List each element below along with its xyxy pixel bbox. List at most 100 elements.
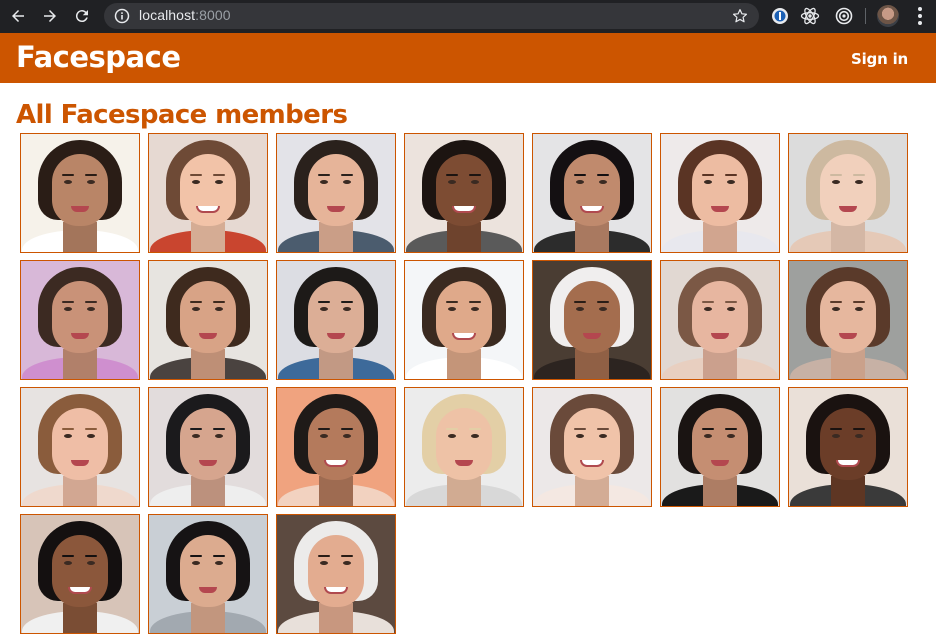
avatar-eyebrow bbox=[574, 428, 586, 430]
avatar-eyebrow bbox=[446, 428, 458, 430]
members-grid bbox=[20, 133, 916, 634]
avatar-eye bbox=[576, 434, 584, 438]
member-avatar-link[interactable] bbox=[148, 260, 268, 380]
avatar-eyebrow bbox=[62, 555, 74, 557]
avatar-face bbox=[180, 281, 236, 353]
member-avatar-link[interactable] bbox=[276, 514, 396, 634]
url-port: :8000 bbox=[195, 7, 231, 23]
password-extension-icon[interactable] bbox=[770, 6, 790, 26]
avatar-eye bbox=[448, 307, 456, 311]
target-extension-icon[interactable] bbox=[834, 6, 854, 26]
avatar-face bbox=[564, 154, 620, 226]
avatar-eye bbox=[704, 434, 712, 438]
avatar-neck bbox=[703, 476, 737, 506]
avatar-eye bbox=[64, 180, 72, 184]
member-avatar-link[interactable] bbox=[788, 387, 908, 507]
avatar-eye bbox=[343, 180, 351, 184]
avatar-mouth bbox=[580, 206, 604, 213]
avatar-eyebrow bbox=[341, 555, 353, 557]
member-avatar-link[interactable] bbox=[20, 133, 140, 253]
avatar-neck bbox=[831, 476, 865, 506]
avatar-neck bbox=[447, 222, 481, 252]
avatar-eyebrow bbox=[341, 174, 353, 176]
avatar-neck bbox=[447, 476, 481, 506]
profile-avatar[interactable] bbox=[877, 5, 899, 27]
avatar-face bbox=[180, 535, 236, 607]
avatar-eye bbox=[855, 180, 863, 184]
member-avatar-link[interactable] bbox=[404, 387, 524, 507]
avatar-eye bbox=[192, 307, 200, 311]
member-avatar-link[interactable] bbox=[788, 133, 908, 253]
brand-logo[interactable]: Facespace bbox=[16, 40, 181, 74]
avatar-eyebrow bbox=[85, 301, 97, 303]
avatar-eye bbox=[192, 434, 200, 438]
avatar-eye bbox=[832, 180, 840, 184]
url-text[interactable]: localhost:8000 bbox=[139, 7, 231, 23]
avatar-mouth bbox=[196, 206, 220, 213]
avatar-eyebrow bbox=[853, 174, 865, 176]
avatar-eyebrow bbox=[62, 301, 74, 303]
member-avatar-link[interactable] bbox=[276, 260, 396, 380]
member-avatar-link[interactable] bbox=[276, 387, 396, 507]
member-avatar-link[interactable] bbox=[532, 260, 652, 380]
avatar-eyebrow bbox=[574, 174, 586, 176]
member-avatar-link[interactable] bbox=[660, 260, 780, 380]
avatar-eyebrow bbox=[318, 301, 330, 303]
avatar-eyebrow bbox=[213, 555, 225, 557]
member-avatar-link[interactable] bbox=[660, 387, 780, 507]
avatar-eye bbox=[87, 561, 95, 565]
avatar-eye bbox=[448, 180, 456, 184]
avatar-eye bbox=[727, 180, 735, 184]
signin-link[interactable]: Sign in bbox=[851, 50, 908, 68]
forward-icon[interactable] bbox=[38, 4, 62, 28]
member-avatar-link[interactable] bbox=[788, 260, 908, 380]
member-avatar-link[interactable] bbox=[532, 133, 652, 253]
avatar-eyebrow bbox=[446, 174, 458, 176]
avatar-eyebrow bbox=[318, 174, 330, 176]
member-avatar-link[interactable] bbox=[148, 133, 268, 253]
member-avatar-link[interactable] bbox=[660, 133, 780, 253]
avatar-mouth bbox=[68, 587, 92, 594]
member-avatar-link[interactable] bbox=[276, 133, 396, 253]
address-bar[interactable]: localhost:8000 bbox=[104, 3, 759, 29]
avatar-eye bbox=[855, 307, 863, 311]
member-avatar-link[interactable] bbox=[20, 514, 140, 634]
avatar-eyebrow bbox=[62, 428, 74, 430]
page-title: All Facespace members bbox=[16, 100, 348, 130]
avatar-eyebrow bbox=[190, 555, 202, 557]
avatar-neck bbox=[319, 222, 353, 252]
avatar-eyebrow bbox=[213, 174, 225, 176]
star-icon[interactable] bbox=[731, 7, 749, 25]
avatar-face bbox=[180, 154, 236, 226]
back-icon[interactable] bbox=[6, 4, 30, 28]
member-avatar-link[interactable] bbox=[532, 387, 652, 507]
avatar-neck bbox=[831, 222, 865, 252]
menu-icon[interactable] bbox=[912, 6, 928, 26]
avatar-eyebrow bbox=[190, 301, 202, 303]
avatar-eye bbox=[320, 561, 328, 565]
avatar-face bbox=[564, 281, 620, 353]
avatar-eyebrow bbox=[830, 428, 842, 430]
avatar-neck bbox=[191, 603, 225, 633]
avatar-face bbox=[436, 281, 492, 353]
avatar-eyebrow bbox=[597, 174, 609, 176]
member-avatar-link[interactable] bbox=[404, 133, 524, 253]
member-avatar-link[interactable] bbox=[148, 387, 268, 507]
member-avatar-link[interactable] bbox=[148, 514, 268, 634]
browser-toolbar: localhost:8000 bbox=[0, 0, 936, 33]
member-avatar-link[interactable] bbox=[20, 387, 140, 507]
member-avatar-link[interactable] bbox=[404, 260, 524, 380]
avatar-eyebrow bbox=[318, 555, 330, 557]
avatar-eyebrow bbox=[85, 174, 97, 176]
avatar-neck bbox=[191, 222, 225, 252]
avatar-mouth bbox=[452, 206, 476, 213]
avatar-eye bbox=[64, 307, 72, 311]
react-devtools-icon[interactable] bbox=[800, 6, 820, 26]
member-avatar-link[interactable] bbox=[20, 260, 140, 380]
avatar-neck bbox=[703, 349, 737, 379]
avatar-neck bbox=[191, 476, 225, 506]
avatar-eye bbox=[192, 561, 200, 565]
reload-icon[interactable] bbox=[70, 4, 94, 28]
avatar-eye bbox=[448, 434, 456, 438]
info-icon[interactable] bbox=[114, 8, 130, 24]
